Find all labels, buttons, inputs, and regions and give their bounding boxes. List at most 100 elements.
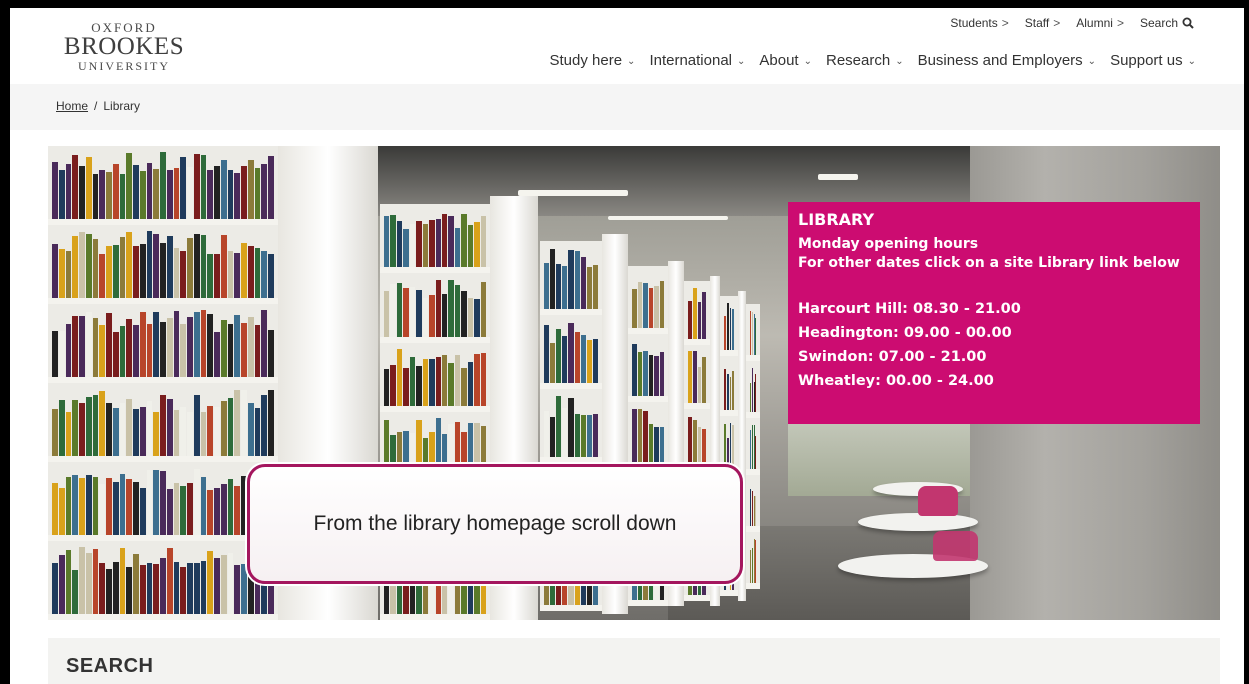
nav-item-study-here[interactable]: Study here ⌄ — [550, 52, 636, 69]
nav-item-label: Business and Employers — [917, 52, 1083, 69]
book-spine — [85, 311, 92, 377]
book-spine — [92, 549, 99, 614]
book-row — [52, 547, 274, 614]
book-spine — [732, 424, 734, 470]
book-spine — [562, 407, 568, 457]
nav-item-international[interactable]: International ⌄ — [649, 52, 745, 69]
chevron-down-icon: ⌄ — [627, 56, 636, 67]
shelf-board — [720, 350, 738, 356]
book-spine — [261, 310, 267, 377]
book-spine — [390, 215, 396, 268]
instruction-callout: From the library homepage scroll down — [247, 464, 743, 584]
book-spine — [180, 567, 186, 614]
book-spine — [99, 253, 105, 298]
book-spine — [112, 408, 119, 456]
shelf-board — [684, 403, 710, 409]
book-spine — [396, 283, 403, 337]
book-row — [544, 395, 598, 457]
book-spine — [139, 488, 146, 535]
book-spine — [139, 171, 146, 219]
book-spine — [556, 396, 562, 457]
book-spine — [654, 285, 659, 328]
chevron-down-icon: ⌄ — [737, 56, 746, 67]
book-spine — [79, 547, 85, 614]
utility-link-alumni[interactable]: Alumni > — [1076, 16, 1124, 30]
book-spine — [659, 427, 664, 464]
book-spine — [180, 407, 186, 456]
book-spine — [454, 355, 461, 406]
book-spine — [750, 382, 751, 412]
nav-item-support-us[interactable]: Support us ⌄ — [1110, 52, 1196, 69]
nav-item-research[interactable]: Research ⌄ — [826, 52, 904, 69]
book-spine — [52, 244, 58, 298]
book-spine — [160, 321, 166, 377]
book-spine — [416, 290, 422, 337]
library-hours-note: For other dates click on a site Library … — [798, 255, 1180, 271]
book-spine — [729, 423, 732, 470]
book-spine — [112, 482, 119, 535]
book-spine — [755, 540, 756, 583]
book-spine — [85, 397, 92, 456]
book-spine — [193, 153, 200, 219]
book-spine — [562, 265, 568, 309]
utility-search-button[interactable]: Search — [1140, 16, 1194, 30]
shelf-board — [48, 535, 278, 541]
ceiling-light — [818, 174, 858, 180]
utility-link-label: Staff — [1024, 16, 1050, 30]
book-spine — [227, 324, 234, 377]
book-spine — [214, 166, 220, 219]
book-spine — [254, 324, 261, 377]
book-row — [52, 389, 274, 456]
book-spine — [751, 424, 753, 469]
book-spine — [688, 301, 692, 339]
book-spine — [72, 474, 78, 535]
book-spine — [133, 482, 139, 535]
book-row — [544, 247, 598, 309]
book-spine — [79, 316, 85, 377]
book-spine — [441, 354, 448, 406]
book-spine — [146, 323, 153, 377]
book-row — [724, 302, 734, 350]
book-spine — [166, 489, 173, 535]
shelf-board — [48, 377, 278, 383]
book-row — [52, 468, 274, 535]
book-spine — [92, 318, 99, 377]
book-row — [384, 348, 486, 406]
book-spine — [106, 478, 112, 535]
shelf-board — [628, 396, 668, 402]
book-spine — [409, 357, 416, 406]
book-spine — [461, 214, 467, 268]
book-spine — [207, 490, 213, 535]
breadcrumb-home-link[interactable]: Home — [56, 99, 88, 113]
book-spine — [574, 251, 580, 309]
book-spine — [467, 297, 474, 337]
book-row — [52, 231, 274, 298]
nav-item-about[interactable]: About ⌄ — [759, 52, 812, 69]
book-spine — [261, 395, 267, 456]
book-spine — [234, 315, 240, 377]
shelf-board — [684, 339, 710, 345]
book-spine — [580, 257, 586, 309]
book-spine — [193, 395, 200, 456]
book-spine — [72, 154, 78, 219]
shelf-board — [380, 267, 490, 274]
main-nav: Study here ⌄ International ⌄ About ⌄ Res… — [550, 52, 1197, 69]
book-spine — [454, 284, 461, 337]
hours-wheatley: Wheatley: 00.00 - 24.00 — [798, 373, 994, 389]
shelf-board — [746, 355, 760, 361]
book-spine — [702, 292, 706, 339]
university-logo[interactable]: OXFORD BROOKES UNIVERSITY — [54, 20, 194, 74]
book-spine — [753, 496, 755, 526]
book-spine — [435, 357, 441, 406]
breadcrumb-current: Library — [103, 99, 141, 113]
book-spine — [429, 220, 435, 268]
book-spine — [119, 548, 126, 614]
utility-link-staff[interactable]: Staff > — [1025, 16, 1060, 30]
book-row — [724, 422, 734, 470]
book-row — [724, 362, 734, 410]
nav-item-business-and-employers[interactable]: Business and Employers ⌄ — [918, 52, 1096, 69]
book-spine — [697, 426, 702, 467]
book-spine — [241, 475, 247, 535]
utility-link-students[interactable]: Students > — [950, 16, 1008, 30]
